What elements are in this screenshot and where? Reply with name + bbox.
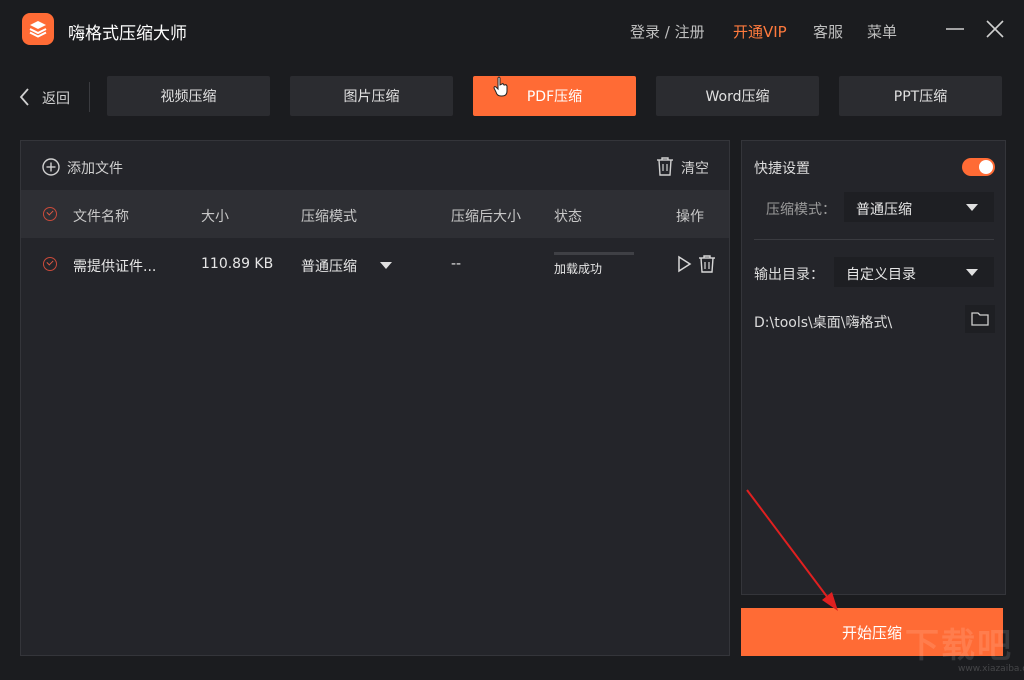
column-header-name: 文件名称	[73, 209, 129, 225]
vip-link[interactable]: 开通VIP	[733, 21, 787, 42]
folder-icon	[971, 312, 989, 326]
nav-divider	[89, 82, 90, 112]
output-dir-value: 自定义目录	[846, 267, 916, 283]
column-header-mode: 压缩模式	[301, 209, 357, 225]
minimize-button[interactable]	[944, 18, 966, 40]
file-list-panel: 添加文件 清空 文件名称 大小 压缩模式 压缩后大小 状态 操作 需提供证件..…	[20, 140, 730, 656]
mode-label: 压缩模式：	[766, 202, 836, 218]
app-title: 嗨格式压缩大师	[68, 24, 187, 44]
settings-panel: 快捷设置 压缩模式： 普通压缩 输出目录： 自定义目录 D:\tools\桌面\…	[741, 140, 1006, 595]
select-all-checkbox[interactable]	[43, 207, 57, 221]
hand-cursor-icon	[493, 76, 508, 97]
chevron-down-icon	[380, 262, 392, 269]
tab-word-compress[interactable]: Word压缩	[656, 76, 819, 116]
delete-icon[interactable]	[698, 254, 716, 274]
settings-divider	[754, 239, 994, 240]
clear-button[interactable]: 清空	[655, 155, 709, 177]
table-header: 文件名称 大小 压缩模式 压缩后大小 状态 操作	[21, 190, 729, 238]
column-header-size: 大小	[201, 209, 229, 225]
output-dir-label: 输出目录：	[754, 267, 824, 283]
menu-link[interactable]: 菜单	[867, 21, 897, 42]
progress-bar	[554, 252, 634, 255]
title-bar: 嗨格式压缩大师 登录 / 注册 开通VIP 客服 菜单	[0, 0, 1024, 62]
mode-select-value: 普通压缩	[856, 202, 912, 218]
row-checkbox[interactable]	[43, 257, 57, 271]
tab-video-compress[interactable]: 视频压缩	[107, 76, 270, 116]
tab-ppt-compress[interactable]: PPT压缩	[839, 76, 1002, 116]
status-text: 加载成功	[554, 262, 603, 276]
compressed-size: --	[451, 256, 462, 272]
chevron-down-icon	[966, 269, 978, 276]
quick-settings-label: 快捷设置	[754, 161, 810, 177]
browse-folder-button[interactable]	[965, 305, 995, 333]
column-header-compressed-size: 压缩后大小	[451, 209, 521, 225]
output-dir-select[interactable]: 自定义目录	[834, 257, 994, 287]
tab-image-compress[interactable]: 图片压缩	[290, 76, 453, 116]
app-logo-icon	[22, 13, 54, 45]
row-mode-value: 普通压缩	[301, 259, 357, 275]
watermark-logo: 下载吧	[905, 626, 1013, 666]
clear-label: 清空	[681, 161, 709, 177]
file-size: 110.89 KB	[201, 256, 274, 272]
chevron-down-icon	[966, 204, 978, 211]
chevron-left-icon	[19, 88, 29, 106]
row-mode-dropdown[interactable]: 普通压缩	[301, 256, 396, 275]
close-button[interactable]	[984, 18, 1006, 40]
mode-select[interactable]: 普通压缩	[844, 192, 994, 222]
file-name: 需提供证件...	[73, 259, 157, 275]
add-circle-icon	[42, 158, 60, 176]
column-header-status: 状态	[554, 209, 582, 225]
quick-settings-toggle[interactable]	[962, 158, 995, 176]
add-file-label: 添加文件	[67, 161, 123, 177]
play-icon[interactable]	[676, 255, 692, 273]
add-file-button[interactable]: 添加文件	[41, 157, 123, 177]
back-label: 返回	[42, 91, 70, 107]
app-window: 嗨格式压缩大师 登录 / 注册 开通VIP 客服 菜单 返回 视频压缩 图片压缩…	[0, 0, 1024, 680]
watermark-url: www.xiazaiba.com	[958, 664, 1024, 674]
customer-service-link[interactable]: 客服	[813, 21, 843, 42]
output-path: D:\tools\桌面\嗨格式\	[754, 315, 893, 331]
login-register-link[interactable]: 登录 / 注册	[630, 21, 705, 42]
column-header-actions: 操作	[676, 209, 704, 225]
trash-icon	[657, 157, 673, 176]
back-button[interactable]: 返回	[18, 86, 70, 108]
table-row: 需提供证件... 110.89 KB 普通压缩 -- 加载成功	[21, 238, 729, 290]
